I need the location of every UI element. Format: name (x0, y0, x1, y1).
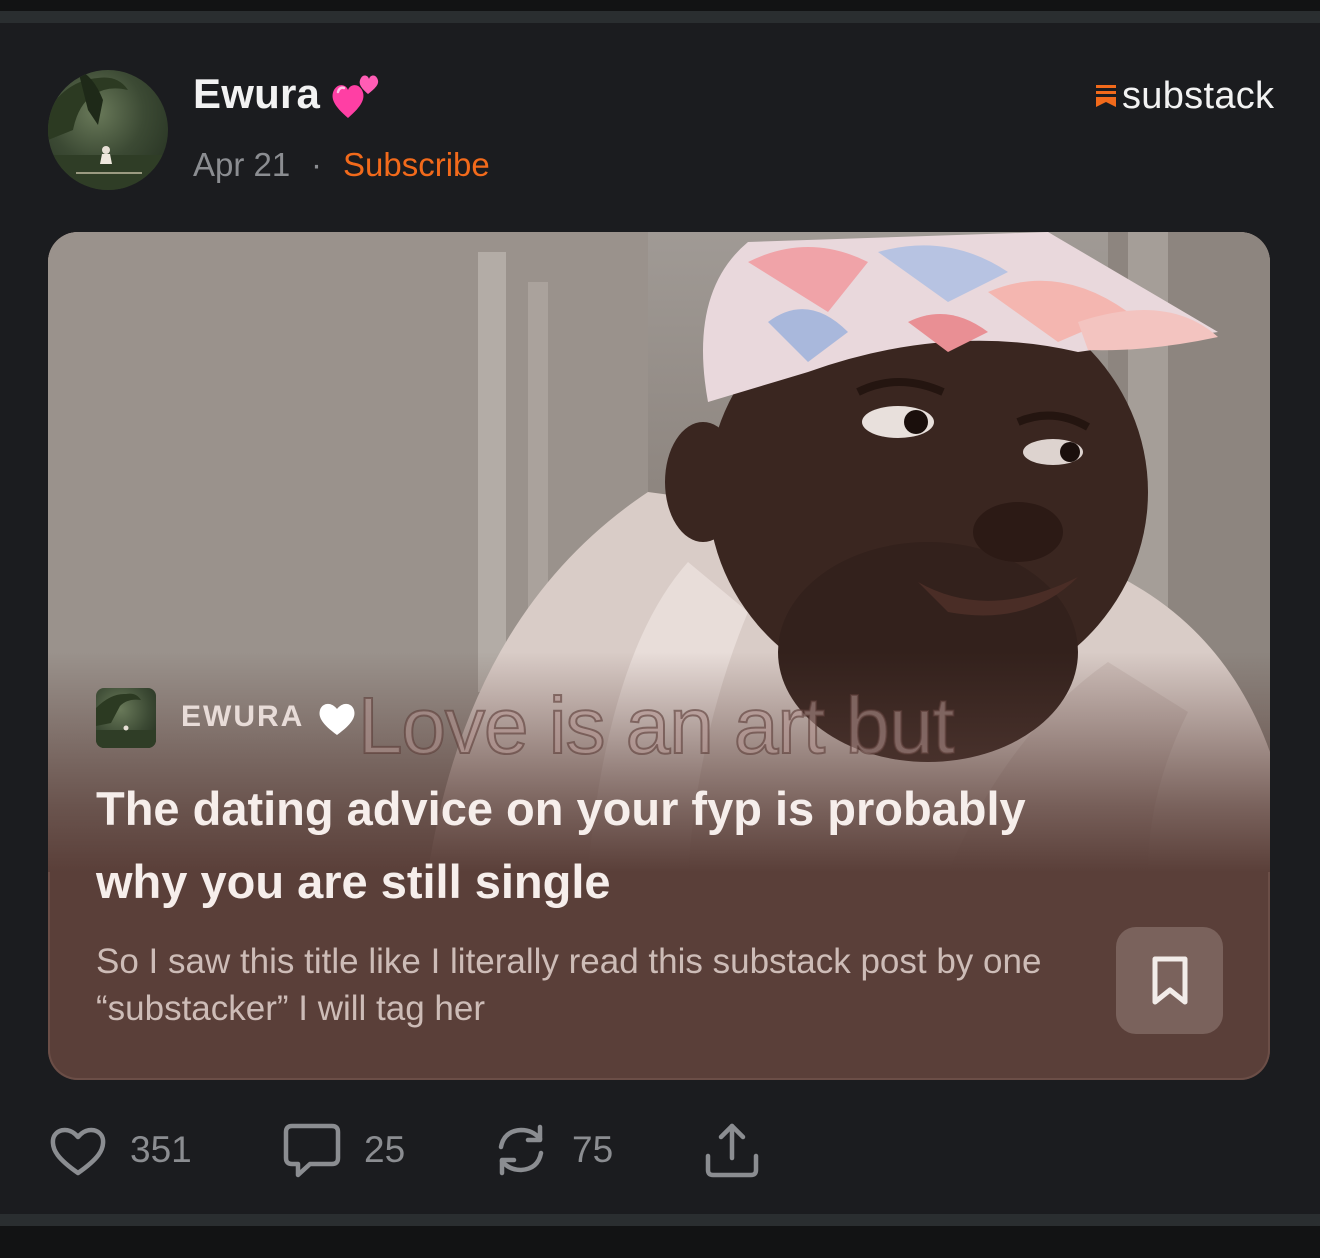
bookmark-button[interactable] (1116, 927, 1223, 1034)
image-caption-text: Love is an art but (357, 680, 956, 771)
author-name[interactable]: Ewura (193, 70, 320, 118)
post-title[interactable]: The dating advice on your fyp is probabl… (96, 772, 1116, 918)
post-actions: 351 25 75 (0, 1118, 1320, 1182)
comment-count: 25 (364, 1129, 406, 1170)
bookmark-icon (1152, 956, 1187, 1004)
heart-icon (50, 1127, 106, 1176)
comment-button[interactable]: 25 (282, 1118, 405, 1182)
brand-wordmark: substack (1122, 74, 1275, 117)
top-divider (0, 11, 1320, 23)
like-button[interactable]: 351 (48, 1118, 192, 1182)
note-screen: Ewura Apr 21 · Subscribe substack Love i… (0, 0, 1320, 1258)
post-date: Apr 21 (193, 146, 291, 183)
two-hearts-icon (328, 68, 384, 129)
author-avatar[interactable] (48, 70, 168, 190)
meta-separator: · (311, 146, 322, 183)
restack-icon (498, 1124, 544, 1176)
top-edge (0, 0, 1320, 11)
subscribe-link[interactable]: Subscribe (343, 146, 490, 184)
restack-button[interactable]: 75 (492, 1118, 613, 1182)
publication-avatar[interactable] (96, 688, 156, 748)
comment-bubble-icon (283, 1123, 341, 1178)
bottom-divider (0, 1214, 1320, 1226)
white-heart-icon (316, 698, 358, 743)
like-count: 351 (130, 1129, 192, 1170)
share-button[interactable] (702, 1118, 762, 1182)
publication-name[interactable]: EWURA (181, 700, 304, 734)
substack-brand[interactable]: substack (1096, 74, 1274, 118)
share-icon (705, 1123, 759, 1178)
restack-count: 75 (572, 1129, 614, 1170)
post-excerpt: So I saw this title like I literally rea… (96, 942, 1042, 1028)
post-card[interactable]: Love is an art but EWURA The dating advi… (48, 232, 1270, 1080)
substack-logo-icon (1096, 85, 1116, 107)
